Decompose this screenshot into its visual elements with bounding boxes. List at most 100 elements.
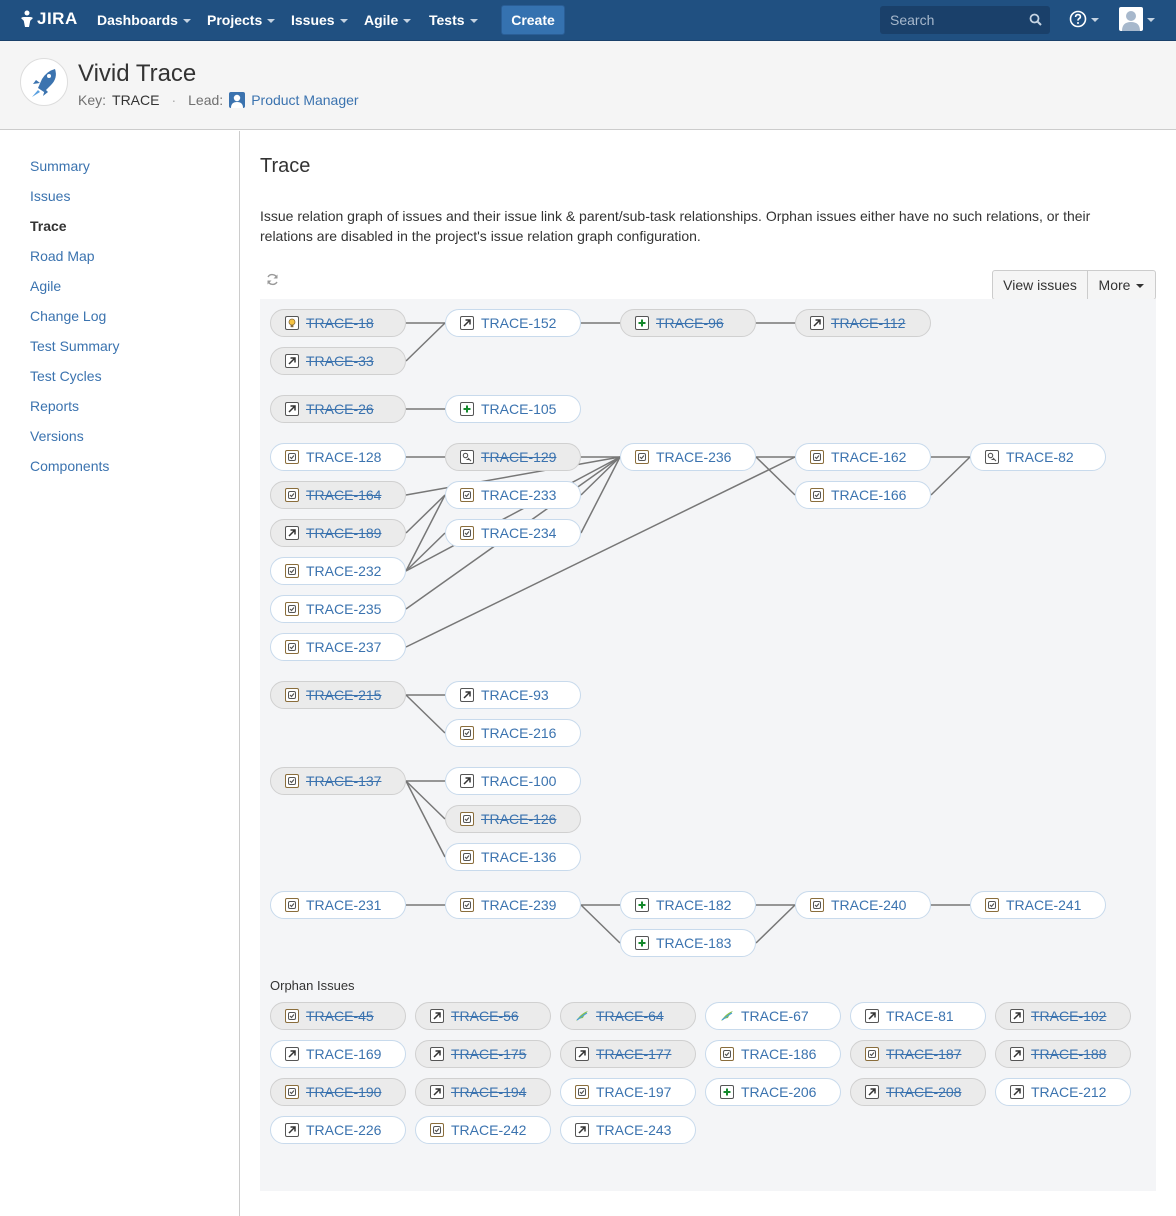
issue-key-link[interactable]: TRACE-67: [741, 1008, 809, 1024]
issue-key-link[interactable]: TRACE-235: [306, 601, 381, 617]
orphan-issue-node[interactable]: TRACE-81: [850, 1002, 986, 1030]
issue-key-link[interactable]: TRACE-239: [481, 897, 556, 913]
issue-key-link[interactable]: TRACE-190: [306, 1084, 381, 1100]
issue-key-link[interactable]: TRACE-64: [596, 1008, 664, 1024]
issue-key-link[interactable]: TRACE-126: [481, 811, 556, 827]
sidebar-item-agile[interactable]: Agile: [30, 278, 61, 294]
issue-key-link[interactable]: TRACE-162: [831, 449, 906, 465]
issue-node[interactable]: TRACE-18: [270, 309, 406, 337]
issue-node[interactable]: TRACE-93: [445, 681, 581, 709]
issue-key-link[interactable]: TRACE-105: [481, 401, 556, 417]
orphan-issue-node[interactable]: TRACE-242: [415, 1116, 551, 1144]
more-button[interactable]: More: [1087, 270, 1156, 300]
issue-node[interactable]: TRACE-215: [270, 681, 406, 709]
issue-node[interactable]: TRACE-216: [445, 719, 581, 747]
orphan-issue-node[interactable]: TRACE-194: [415, 1078, 551, 1106]
view-issues-button[interactable]: View issues: [992, 270, 1088, 300]
issue-key-link[interactable]: TRACE-93: [481, 687, 549, 703]
issue-key-link[interactable]: TRACE-81: [886, 1008, 954, 1024]
issue-key-link[interactable]: TRACE-216: [481, 725, 556, 741]
issue-key-link[interactable]: TRACE-231: [306, 897, 381, 913]
issue-key-link[interactable]: TRACE-177: [596, 1046, 671, 1062]
sidebar-item-summary[interactable]: Summary: [30, 158, 90, 174]
nav-dashboards[interactable]: Dashboards: [97, 12, 191, 28]
create-button[interactable]: Create: [501, 5, 565, 35]
sidebar-item-issues[interactable]: Issues: [30, 188, 70, 204]
issue-node[interactable]: TRACE-152: [445, 309, 581, 337]
sidebar-item-components[interactable]: Components: [30, 458, 109, 474]
issue-key-link[interactable]: TRACE-232: [306, 563, 381, 579]
issue-node[interactable]: TRACE-233: [445, 481, 581, 509]
issue-key-link[interactable]: TRACE-164: [306, 487, 381, 503]
issue-node[interactable]: TRACE-126: [445, 805, 581, 833]
issue-node[interactable]: TRACE-241: [970, 891, 1106, 919]
orphan-issue-node[interactable]: TRACE-169: [270, 1040, 406, 1068]
issue-node[interactable]: TRACE-232: [270, 557, 406, 585]
sidebar-item-trace[interactable]: Trace: [30, 218, 67, 234]
jira-logo[interactable]: JIRA: [20, 9, 78, 29]
issue-key-link[interactable]: TRACE-215: [306, 687, 381, 703]
issue-node[interactable]: TRACE-239: [445, 891, 581, 919]
issue-key-link[interactable]: TRACE-137: [306, 773, 381, 789]
issue-key-link[interactable]: TRACE-45: [306, 1008, 374, 1024]
issue-key-link[interactable]: TRACE-136: [481, 849, 556, 865]
user-profile-menu[interactable]: [1119, 7, 1155, 31]
search-input[interactable]: Search: [880, 6, 1050, 34]
issue-node[interactable]: TRACE-189: [270, 519, 406, 547]
issue-node[interactable]: TRACE-136: [445, 843, 581, 871]
issue-key-link[interactable]: TRACE-240: [831, 897, 906, 913]
issue-key-link[interactable]: TRACE-188: [1031, 1046, 1106, 1062]
orphan-issue-node[interactable]: TRACE-45: [270, 1002, 406, 1030]
orphan-issue-node[interactable]: TRACE-177: [560, 1040, 696, 1068]
issue-node[interactable]: TRACE-82: [970, 443, 1106, 471]
issue-key-link[interactable]: TRACE-129: [481, 449, 556, 465]
issue-node[interactable]: TRACE-33: [270, 347, 406, 375]
issue-key-link[interactable]: TRACE-128: [306, 449, 381, 465]
orphan-issue-node[interactable]: TRACE-186: [705, 1040, 841, 1068]
issue-key-link[interactable]: TRACE-241: [1006, 897, 1081, 913]
issue-key-link[interactable]: TRACE-242: [451, 1122, 526, 1138]
nav-tests[interactable]: Tests: [429, 12, 478, 28]
issue-node[interactable]: TRACE-182: [620, 891, 756, 919]
issue-node[interactable]: TRACE-235: [270, 595, 406, 623]
issue-key-link[interactable]: TRACE-96: [656, 315, 724, 331]
orphan-issue-node[interactable]: TRACE-190: [270, 1078, 406, 1106]
orphan-issue-node[interactable]: TRACE-175: [415, 1040, 551, 1068]
issue-key-link[interactable]: TRACE-236: [656, 449, 731, 465]
sidebar-item-versions[interactable]: Versions: [30, 428, 84, 444]
issue-node[interactable]: TRACE-231: [270, 891, 406, 919]
issue-node[interactable]: TRACE-96: [620, 309, 756, 337]
issue-key-link[interactable]: TRACE-56: [451, 1008, 519, 1024]
issue-key-link[interactable]: TRACE-234: [481, 525, 556, 541]
issue-key-link[interactable]: TRACE-152: [481, 315, 556, 331]
orphan-issue-node[interactable]: TRACE-187: [850, 1040, 986, 1068]
search-icon[interactable]: [1029, 13, 1042, 26]
issue-key-link[interactable]: TRACE-189: [306, 525, 381, 541]
project-lead-link[interactable]: Product Manager: [251, 92, 358, 108]
issue-node[interactable]: TRACE-234: [445, 519, 581, 547]
issue-node[interactable]: TRACE-129: [445, 443, 581, 471]
issue-node[interactable]: TRACE-166: [795, 481, 931, 509]
issue-key-link[interactable]: TRACE-169: [306, 1046, 381, 1062]
issue-node[interactable]: TRACE-164: [270, 481, 406, 509]
issue-node[interactable]: TRACE-105: [445, 395, 581, 423]
issue-node[interactable]: TRACE-128: [270, 443, 406, 471]
orphan-issue-node[interactable]: TRACE-197: [560, 1078, 696, 1106]
issue-key-link[interactable]: TRACE-212: [1031, 1084, 1106, 1100]
orphan-issue-node[interactable]: TRACE-212: [995, 1078, 1131, 1106]
issue-key-link[interactable]: TRACE-208: [886, 1084, 961, 1100]
issue-node[interactable]: TRACE-112: [795, 309, 931, 337]
issue-node[interactable]: TRACE-240: [795, 891, 931, 919]
orphan-issue-node[interactable]: TRACE-102: [995, 1002, 1131, 1030]
help-menu[interactable]: [1069, 10, 1099, 28]
issue-key-link[interactable]: TRACE-182: [656, 897, 731, 913]
issue-node[interactable]: TRACE-100: [445, 767, 581, 795]
issue-key-link[interactable]: TRACE-243: [596, 1122, 671, 1138]
issue-key-link[interactable]: TRACE-237: [306, 639, 381, 655]
orphan-issue-node[interactable]: TRACE-56: [415, 1002, 551, 1030]
nav-issues[interactable]: Issues: [291, 12, 348, 28]
issue-key-link[interactable]: TRACE-233: [481, 487, 556, 503]
issue-key-link[interactable]: TRACE-82: [1006, 449, 1074, 465]
project-avatar[interactable]: [20, 58, 68, 106]
issue-key-link[interactable]: TRACE-33: [306, 353, 374, 369]
